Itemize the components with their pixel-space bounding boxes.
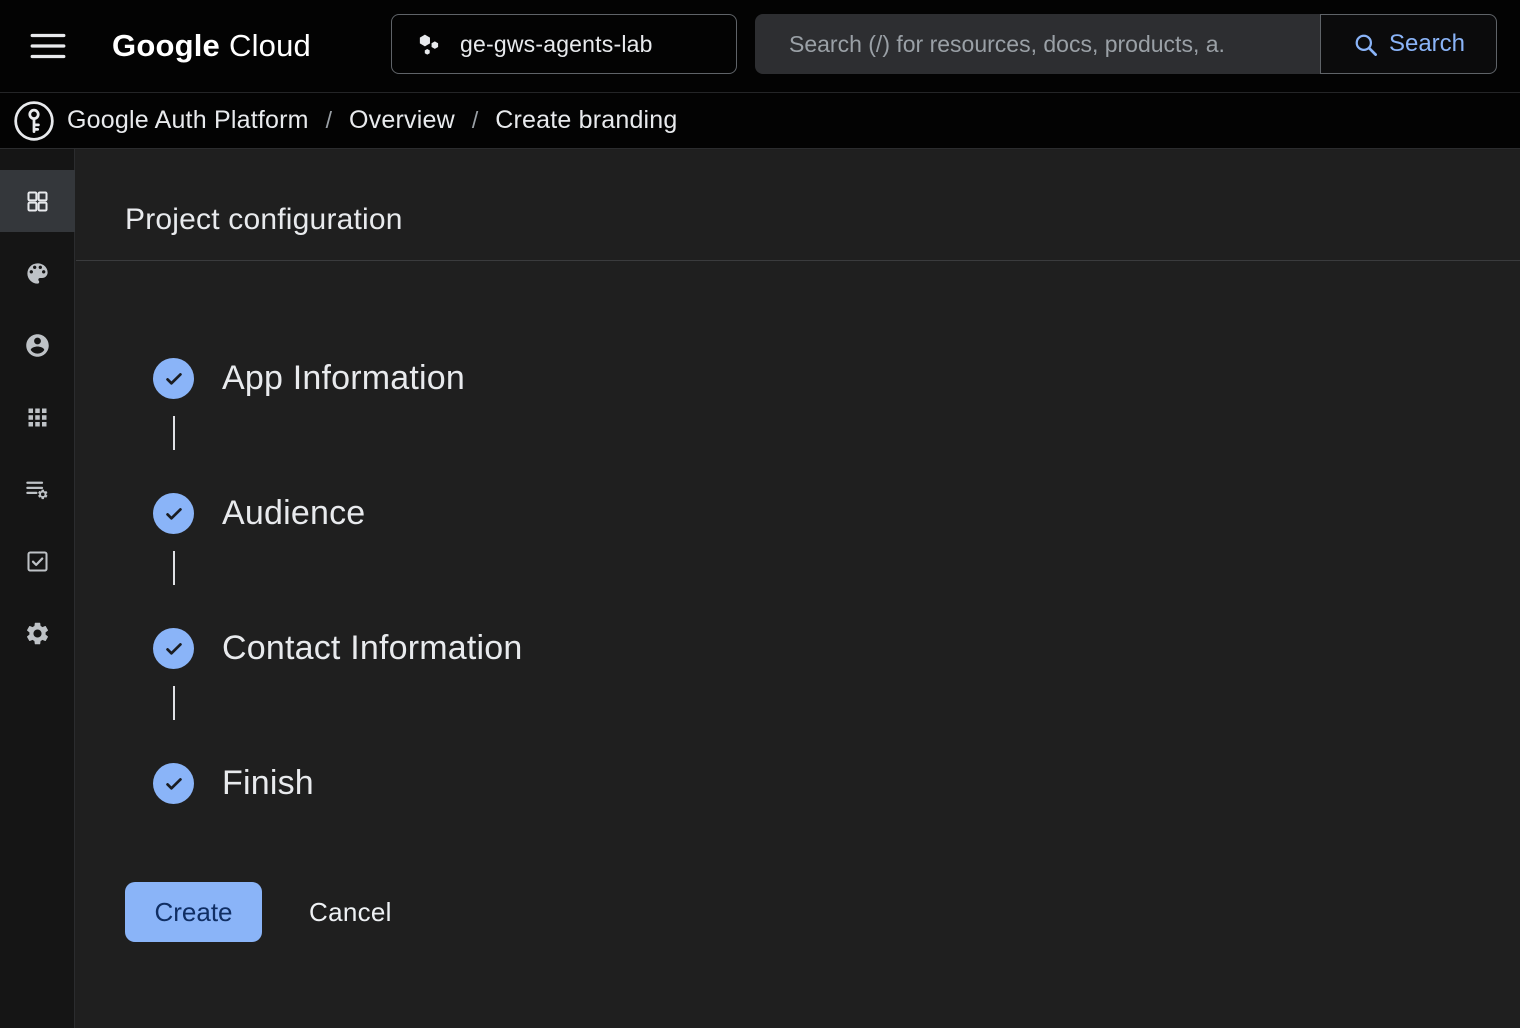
google-cloud-logo[interactable]: Google Cloud: [112, 28, 311, 64]
logo-cloud-text: Cloud: [229, 28, 311, 63]
palette-icon: [24, 260, 51, 287]
dashboard-icon: [24, 188, 51, 215]
breadcrumb: Google Auth Platform / Overview / Create…: [0, 92, 1520, 149]
step-connector: [173, 551, 175, 585]
step-label: Contact Information: [222, 629, 523, 668]
breadcrumb-overview[interactable]: Overview: [349, 106, 455, 135]
form-actions: Create Cancel: [125, 882, 1520, 942]
step-app-information: App Information: [153, 358, 1520, 399]
hamburger-icon: [27, 25, 69, 67]
google-cloud-console: Google Cloud ge-gws-agents-lab Search: [0, 0, 1520, 1028]
search-icon: [1352, 31, 1379, 58]
project-configuration-stepper: App Information Audience Contact I: [153, 358, 1520, 804]
breadcrumb-separator: /: [326, 107, 332, 134]
top-app-bar: Google Cloud ge-gws-agents-lab Search: [0, 0, 1520, 92]
step-finish: Finish: [153, 763, 1520, 804]
person-icon: [24, 332, 51, 359]
sidebar-item-branding[interactable]: [0, 242, 75, 304]
page-title: Project configuration: [125, 203, 1520, 237]
step-completed-check-icon: [153, 763, 194, 804]
main-content: Project configuration App Information: [76, 149, 1520, 1028]
apps-grid-icon: [24, 404, 51, 431]
title-divider: [76, 260, 1520, 261]
search-bar: [755, 14, 1320, 74]
breadcrumb-create-branding: Create branding: [495, 106, 677, 135]
sidebar-item-audience[interactable]: [0, 314, 75, 376]
search-button-label: Search: [1389, 30, 1465, 58]
sidebar-item-verification[interactable]: [0, 530, 75, 592]
search-button[interactable]: Search: [1320, 14, 1497, 74]
auth-platform-key-badge-icon: [12, 99, 56, 143]
create-button[interactable]: Create: [125, 882, 262, 942]
step-label: Finish: [222, 764, 314, 803]
step-label: Audience: [222, 494, 365, 533]
breadcrumb-separator: /: [472, 107, 478, 134]
step-completed-check-icon: [153, 493, 194, 534]
search-input[interactable]: [755, 14, 1320, 74]
sidebar-item-clients[interactable]: [0, 386, 75, 448]
step-contact-information: Contact Information: [153, 628, 1520, 669]
step-connector: [173, 686, 175, 720]
logo-google-text: Google: [112, 28, 220, 63]
cancel-button[interactable]: Cancel: [303, 896, 398, 929]
hamburger-menu-button[interactable]: [24, 22, 72, 70]
step-completed-check-icon: [153, 358, 194, 399]
project-selector[interactable]: ge-gws-agents-lab: [391, 14, 737, 74]
step-completed-check-icon: [153, 628, 194, 669]
left-nav-rail: [0, 149, 75, 1028]
gear-icon: [24, 620, 51, 647]
step-label: App Information: [222, 359, 465, 398]
step-audience: Audience: [153, 493, 1520, 534]
list-settings-icon: [24, 476, 51, 503]
project-hexagons-icon: [415, 30, 443, 58]
checkbox-icon: [24, 548, 51, 575]
sidebar-item-overview[interactable]: [0, 170, 75, 232]
project-selector-label: ge-gws-agents-lab: [460, 31, 653, 58]
breadcrumb-auth-platform[interactable]: Google Auth Platform: [67, 106, 309, 135]
sidebar-item-settings[interactable]: [0, 602, 75, 664]
sidebar-item-data-access[interactable]: [0, 458, 75, 520]
step-connector: [173, 416, 175, 450]
